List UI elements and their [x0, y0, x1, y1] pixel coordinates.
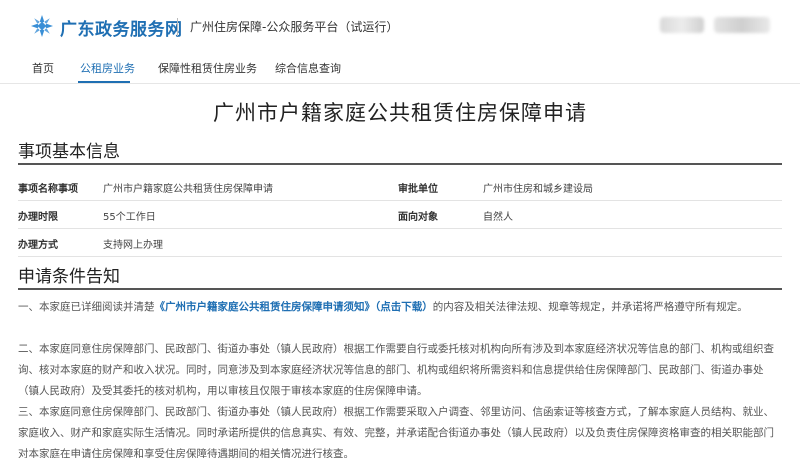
notice-paragraph-2: 二、本家庭同意住房保障部门、民政部门、街道办事处（镇人民政府）根据工作需要自行或… — [18, 343, 774, 397]
info-label: 审批单位 — [398, 184, 438, 195]
info-row: 办理时限 55个工作日 面向对象 自然人 — [18, 201, 782, 229]
notice-paragraph-3: 三、本家庭同意住房保障部门、民政部门、街道办事处（镇人民政府）根据工作需要采取入… — [18, 406, 774, 458]
info-value: 自然人 — [483, 212, 513, 223]
main-nav: 首页 公租房业务 保障性租赁住房业务 综合信息查询 — [0, 54, 800, 84]
top-header: 广东政务服务网 广州住房保障-公众服务平台（试运行） — [0, 0, 800, 54]
guangdong-logo-icon[interactable] — [30, 14, 54, 38]
info-label: 办理时限 — [18, 212, 58, 223]
section-divider — [18, 288, 782, 290]
page-title: 广州市户籍家庭公共租赁住房保障申请 — [213, 101, 587, 125]
conditions-heading: 申请条件告知 — [18, 267, 120, 287]
nav-item-affordable-rental[interactable]: 保障性租赁住房业务 — [158, 60, 257, 76]
info-value: 55个工作日 — [103, 212, 156, 223]
user-name[interactable] — [714, 17, 770, 33]
section-divider — [18, 163, 782, 165]
info-value: 广州市户籍家庭公共租赁住房保障申请 — [103, 184, 273, 195]
nav-item-info-query[interactable]: 综合信息查询 — [275, 60, 341, 76]
nav-active-indicator — [78, 81, 130, 83]
notice-text: 一、本家庭已详细阅读并清楚 — [18, 301, 155, 313]
site-brand[interactable]: 广东政务服务网 — [60, 15, 183, 40]
avatar[interactable] — [660, 17, 704, 33]
header-divider — [177, 18, 178, 36]
info-row: 办理方式 支持网上办理 — [18, 229, 782, 257]
info-label: 面向对象 — [398, 212, 438, 223]
info-value: 广州市住房和城乡建设局 — [483, 184, 593, 195]
nav-item-home[interactable]: 首页 — [32, 60, 54, 76]
user-account-area[interactable] — [660, 17, 770, 33]
info-label: 办理方式 — [18, 240, 58, 251]
nav-item-public-rental[interactable]: 公租房业务 — [80, 60, 135, 76]
download-notice-link[interactable]: 《广州市户籍家庭公共租赁住房保障申请须知》（点击下载） — [155, 301, 433, 313]
basic-info-heading: 事项基本信息 — [18, 142, 120, 162]
notice-text: 的内容及相关法律法规、规章等规定，并承诺将严格遵守所有规定。 — [432, 301, 748, 313]
notice-paragraph-1: 一、本家庭已详细阅读并清楚《广州市户籍家庭公共租赁住房保障申请须知》（点击下载）… — [18, 297, 782, 318]
info-value: 支持网上办理 — [103, 240, 163, 251]
info-row: 事项名称事项 广州市户籍家庭公共租赁住房保障申请 审批单位 广州市住房和城乡建设… — [18, 173, 782, 201]
platform-title: 广州住房保障-公众服务平台（试运行） — [190, 20, 399, 34]
info-label: 事项名称事项 — [18, 184, 78, 195]
